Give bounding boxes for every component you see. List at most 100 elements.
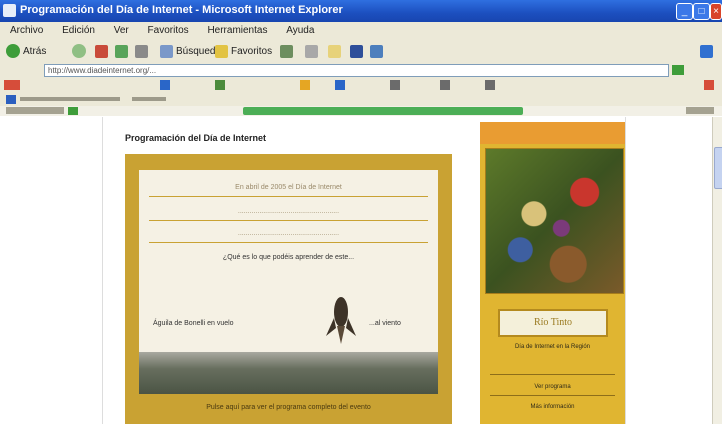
eagle-image xyxy=(326,297,356,344)
close-button[interactable]: × xyxy=(710,3,722,20)
toolbar-button-4[interactable] xyxy=(390,80,400,90)
search-toolbar xyxy=(0,78,722,93)
window-title: Programación del Día de Internet - Micro… xyxy=(20,4,343,16)
toolbar-button-6-icon xyxy=(485,80,495,90)
print-icon xyxy=(328,44,341,58)
links-text-2 xyxy=(132,97,166,101)
toolbar-button-4-icon xyxy=(390,80,400,90)
search-icon xyxy=(160,44,173,58)
menu-edicion[interactable]: Edición xyxy=(62,25,95,36)
stop-icon xyxy=(95,44,108,58)
page-heading: Programación del Día de Internet xyxy=(125,133,267,143)
links-bar xyxy=(0,93,722,107)
poster-line-3: ........................................… xyxy=(237,230,340,237)
sidebar-text-2[interactable]: Ver programa xyxy=(480,384,625,390)
forward-arrow-icon xyxy=(72,44,86,58)
scrollbar-thumb[interactable] xyxy=(714,147,722,189)
mail-icon xyxy=(305,44,318,58)
zone-text xyxy=(686,107,714,114)
go-icon[interactable] xyxy=(672,65,684,75)
windows-flag-icon xyxy=(700,44,713,58)
maximize-button[interactable]: □ xyxy=(693,3,710,20)
forward-button[interactable] xyxy=(72,43,86,59)
menu-bar: Archivo Edición Ver Favoritos Herramient… xyxy=(0,22,722,39)
search-web-icon xyxy=(160,80,170,90)
discuss-button[interactable] xyxy=(370,43,383,59)
people-photo[interactable] xyxy=(485,148,624,294)
security-icon xyxy=(68,107,78,115)
user-icon xyxy=(6,95,16,104)
poster-bottom-right: ...al viento xyxy=(369,320,401,327)
stop-button[interactable] xyxy=(95,43,108,59)
back-arrow-icon xyxy=(6,44,20,58)
sidebar-text-1[interactable]: Día de Internet en la Región xyxy=(480,344,625,350)
refresh-button[interactable] xyxy=(115,43,128,59)
poster-line-1: En abril de 2005 el Día de Internet xyxy=(235,184,342,191)
event-poster[interactable]: En abril de 2005 el Día de Internet ....… xyxy=(125,154,452,424)
ie-icon xyxy=(3,4,16,17)
toolbar-logo-icon xyxy=(4,80,20,90)
page-body: Programación del Día de Internet En abri… xyxy=(102,117,626,424)
browser-viewport: Programación del Día de Internet En abri… xyxy=(0,117,712,424)
toolbar-button-2-icon xyxy=(300,80,310,90)
poster-divider-2 xyxy=(149,220,428,221)
search-web-button[interactable] xyxy=(160,80,170,90)
links-text xyxy=(20,97,120,101)
home-icon xyxy=(135,44,148,58)
poster-divider-3 xyxy=(149,242,428,243)
address-input[interactable]: http://www.diadeinternet.org/... xyxy=(44,64,669,77)
star-icon xyxy=(215,44,228,58)
sidebar-divider-1 xyxy=(490,374,615,375)
toolbar-button-3[interactable] xyxy=(335,80,345,90)
messenger-icon xyxy=(350,44,363,58)
sidebar-panel: Río Tinto Día de Internet en la Región V… xyxy=(480,122,625,424)
title-bar: Programación del Día de Internet - Micro… xyxy=(0,0,722,22)
refresh-icon xyxy=(115,44,128,58)
sidebar-header xyxy=(480,122,625,144)
toolbar-button-3-icon xyxy=(335,80,345,90)
toolbar-button-6[interactable] xyxy=(485,80,495,90)
home-button[interactable] xyxy=(135,43,148,59)
rio-tinto-logo[interactable]: Río Tinto xyxy=(498,309,608,337)
sidebar-text-3[interactable]: Más información xyxy=(480,404,625,410)
minimize-button[interactable]: _ xyxy=(676,3,693,20)
poster-line-4: ¿Qué es lo que podéis aprender de este..… xyxy=(222,254,355,261)
poster-panel: En abril de 2005 el Día de Internet ....… xyxy=(139,170,438,394)
print-button[interactable] xyxy=(328,43,341,59)
history-icon xyxy=(280,44,293,58)
poster-footer-link[interactable]: Pulse aquí para ver el programa completo… xyxy=(125,404,452,411)
menu-favoritos[interactable]: Favoritos xyxy=(148,25,189,36)
toolbar-button-5-icon xyxy=(440,80,450,90)
progress-bar xyxy=(243,107,523,115)
vertical-scrollbar[interactable] xyxy=(712,117,722,424)
toolbar-button-2[interactable] xyxy=(300,80,310,90)
search-button[interactable]: Búsqueda xyxy=(160,43,221,59)
menu-ver[interactable]: Ver xyxy=(114,25,129,36)
landscape-strip xyxy=(139,352,438,394)
toolbar-button-7-icon xyxy=(704,80,714,90)
menu-ayuda[interactable]: Ayuda xyxy=(286,25,314,36)
menu-herramientas[interactable]: Herramientas xyxy=(207,25,267,36)
sidebar-divider-2 xyxy=(490,395,615,396)
menu-archivo[interactable]: Archivo xyxy=(10,25,43,36)
favorites-label: Favoritos xyxy=(231,45,273,57)
toolbar-button-7[interactable] xyxy=(704,80,714,90)
poster-divider-1 xyxy=(149,196,428,197)
messenger-button[interactable] xyxy=(350,43,363,59)
toolbar-button-1-icon xyxy=(215,80,225,90)
standard-toolbar: Atrás Búsqueda Favoritos xyxy=(0,39,722,64)
address-bar: http://www.diadeinternet.org/... xyxy=(0,63,722,78)
windows-logo xyxy=(700,43,713,59)
back-button[interactable]: Atrás xyxy=(6,43,46,59)
discuss-icon xyxy=(370,44,383,58)
toolbar-button-1[interactable] xyxy=(215,80,225,90)
status-text xyxy=(6,107,64,114)
poster-line-2: ........................................… xyxy=(237,208,340,215)
back-label: Atrás xyxy=(23,45,47,57)
toolbar-button-5[interactable] xyxy=(440,80,450,90)
toolbar-logo xyxy=(4,80,20,90)
favorites-button[interactable]: Favoritos xyxy=(215,43,272,59)
poster-bottom-left: Águila de Bonelli en vuelo xyxy=(153,320,234,327)
mail-button[interactable] xyxy=(305,43,318,59)
history-button[interactable] xyxy=(280,43,293,59)
